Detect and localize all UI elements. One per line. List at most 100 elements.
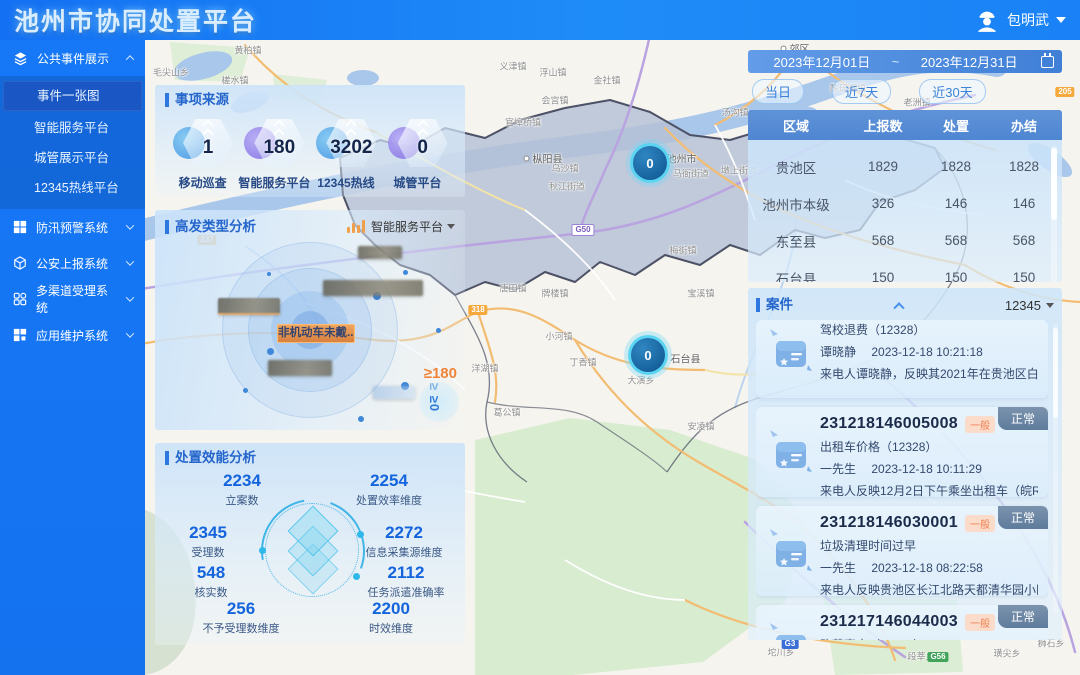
source-label: 12345热线 [310, 174, 381, 191]
source-stat-smart-service: 180 智能服务平台 [238, 115, 310, 191]
top-header: 池州市协同处置平台 包明武 [0, 0, 1080, 40]
app-root: 黄柏镇毛尖山乡槎水镇义津镇浮山镇金社镇会宫镇周潭镇陈瑶湖镇老洲镇汤沟镇官埠桥镇枞… [0, 0, 1080, 675]
type-source-dropdown[interactable]: 智能服务平台 [371, 218, 455, 235]
user-menu[interactable]: 包明武 [974, 7, 1066, 33]
chevron-down-icon [126, 329, 134, 337]
chevron-down-icon [1046, 303, 1054, 308]
case-description: 来电人谭晓静，反映其2021年在贵池区白洋... [820, 365, 1038, 382]
case-time: 2023-12-18 08:22:58 [871, 561, 982, 575]
road-shield-G50: G50 [571, 224, 594, 236]
blurred-type-tag [358, 246, 402, 259]
sidebar-group-police-report[interactable]: 公安上报系统 [0, 245, 145, 281]
range-today-button[interactable]: 当日 [752, 79, 804, 104]
case-card[interactable]: 正常 231218146030001 一般 垃 [756, 506, 1048, 596]
map-town-label: 牌楼镇 [541, 287, 568, 300]
map-town-label: 浮山镇 [539, 66, 566, 79]
chevron-down-icon [126, 221, 134, 229]
apps-icon [13, 292, 27, 306]
sidebar-group-label: 公安上报系统 [36, 255, 118, 272]
road-shield-205: 205 [1055, 87, 1074, 97]
case-category: 出租车价格（12328） [820, 438, 1038, 455]
source-label: 城管平台 [382, 174, 453, 191]
sidebar-group-flood-warning[interactable]: 防汛预警系统 [0, 209, 145, 245]
sidebar-submenu: 事件一张图 智能服务平台 城管展示平台 12345热线平台 [0, 76, 145, 209]
case-card[interactable]: 驾校退费（12328） 谭晓静 2023-12-18 10:21:18 来电人谭… [756, 320, 1048, 398]
case-source-dropdown[interactable]: 12345 [1005, 298, 1054, 313]
eff-stat-info-source: 2272信息采集源维度 [347, 523, 461, 560]
sidebar-group-app-maintenance[interactable]: 应用维护系统 [0, 317, 145, 353]
case-reporter: 一先生 [820, 561, 856, 575]
highlighted-type-tag[interactable]: 非机动车未戴... [277, 324, 355, 343]
date-end-input[interactable]: 2023年12月31日 [903, 52, 1035, 71]
case-card[interactable]: 正常 231218146005008 一般 出 [756, 407, 1048, 497]
map-town-label: 葛公镇 [493, 406, 520, 419]
table-row[interactable]: 池州市本级326 146146 [748, 185, 1062, 222]
sidebar-group-multichannel[interactable]: 多渠道受理系统 [0, 281, 145, 317]
eff-stat-accepted: 2345受理数 [163, 523, 253, 560]
source-stat-hotline: 3202 12345热线 [310, 115, 381, 191]
road-shield-G56: G56 [927, 652, 948, 662]
blurred-type-tag [323, 280, 423, 296]
case-status-badge: 正常 [998, 605, 1048, 628]
case-time: 2023-12-18 10:11:29 [871, 462, 982, 476]
scrollbar-thumb[interactable] [1051, 148, 1057, 220]
map-town-label: 安凌镇 [687, 420, 714, 433]
map-town-label: 金社镇 [593, 74, 620, 87]
source-value: 1 [185, 137, 231, 159]
panel-title: 事项来源 [165, 93, 455, 107]
source-label: 智能服务平台 [238, 174, 310, 191]
range-7days-button[interactable]: 近7天 [832, 79, 891, 104]
map-town-label: 汤沟镇 [721, 106, 748, 119]
sidebar-group-public-events[interactable]: 公共事件展示 [0, 40, 145, 76]
date-start-input[interactable]: 2023年12月01日 [756, 52, 888, 71]
case-card[interactable]: 正常 231217146044003 一般 购药事宜（12315） [756, 605, 1048, 640]
panel-title: 案件 [756, 298, 793, 312]
case-priority-badge: 一般 [965, 416, 995, 433]
layers-icon [13, 51, 28, 66]
table-row[interactable]: 东至县568 568568 [748, 222, 1062, 259]
blurred-type-tag [218, 298, 280, 315]
map-town-label: 马衙街道 [673, 167, 709, 180]
eff-stat-timeliness: 2200时效维度 [341, 599, 441, 636]
case-box-icon [764, 525, 816, 577]
user-caret-icon [1056, 17, 1066, 23]
chevron-down-icon [126, 257, 134, 265]
sidebar-item-hotline[interactable]: 12345热线平台 [0, 173, 145, 203]
map-town-label: 宝溪镇 [687, 287, 714, 300]
case-priority-badge: 一般 [965, 515, 995, 532]
table-row[interactable]: 贵池区1829 18281828 [748, 148, 1062, 185]
collapse-chevron-icon[interactable] [893, 302, 904, 313]
road-shield-318: 318 [468, 305, 487, 315]
sidebar-item-event-map[interactable]: 事件一张图 [3, 81, 142, 111]
source-value: 0 [400, 137, 446, 159]
case-id: 231217146044003 [820, 613, 958, 631]
panel-event-sources: 事项来源 1 移动巡查 180 智能服务平台 [155, 85, 465, 197]
sidebar-item-smart-service[interactable]: 智能服务平台 [0, 113, 145, 143]
scrollbar-thumb[interactable] [1053, 328, 1058, 418]
police-avatar-icon [974, 7, 1000, 33]
map-town-label: 官埠桥镇 [505, 116, 541, 129]
panel-cases: 案件 12345 [748, 288, 1062, 640]
map-cluster-marker-1[interactable]: 0 [630, 143, 670, 183]
case-time: 2023-12-18 10:21:18 [871, 345, 982, 359]
app-title: 池州市协同处置平台 [14, 2, 257, 38]
sidebar-group-label: 多渠道受理系统 [36, 282, 118, 316]
panel-title: 处置效能分析 [165, 451, 455, 465]
chevron-down-icon [126, 293, 134, 301]
case-meta: 谭晓静 2023-12-18 10:21:18 [820, 343, 1038, 360]
user-name: 包明武 [1007, 10, 1049, 30]
map-cluster-marker-2[interactable]: 0 [628, 335, 668, 375]
map-town-label: 会宫镇 [541, 94, 568, 107]
case-description: 来电人反映12月2日下午乘坐出租车（皖RD0... [820, 482, 1038, 497]
eff-stat-rejected: 256不予受理数维度 [177, 599, 305, 636]
modules-icon [13, 328, 27, 342]
case-description: 来电人反映贵池区长江北路天都清华园小区4... [820, 581, 1038, 596]
range-30days-button[interactable]: 近30天 [919, 79, 985, 104]
table-row[interactable]: 石台县150 150150 [748, 259, 1062, 282]
sidebar-item-city-mgmt[interactable]: 城管展示平台 [0, 143, 145, 173]
case-reporter: 谭晓静 [820, 345, 856, 359]
blurred-type-tag [373, 386, 415, 399]
eff-stat-dispatch-accuracy: 2112任务派遣准确率 [351, 563, 461, 600]
calendar-icon[interactable] [1041, 56, 1054, 68]
case-category: 购药事宜（12315） [820, 636, 1038, 640]
